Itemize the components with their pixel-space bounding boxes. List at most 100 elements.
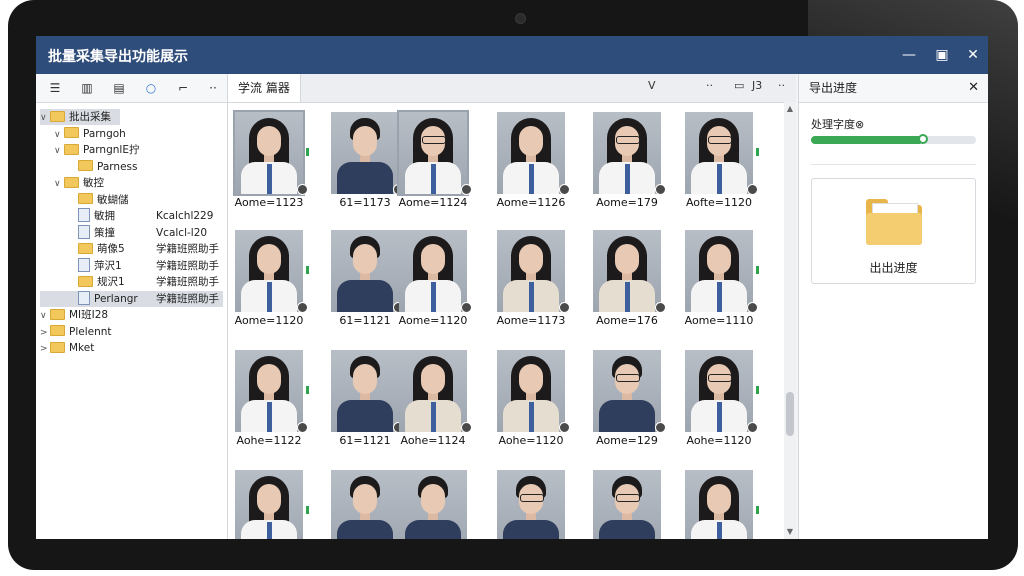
student-photo — [685, 350, 753, 432]
tree-item[interactable]: 萍沢1 学籍班照助手 — [40, 257, 219, 274]
photo-label: Aome=1123 — [234, 196, 304, 209]
photo-label: 61=1121 — [339, 434, 391, 447]
tree-item-detail: Kcalchl229 — [156, 210, 214, 222]
photo-card[interactable]: 61=1173 — [326, 108, 405, 220]
student-photo — [233, 110, 305, 196]
photo-card[interactable]: Aome=1120 — [230, 226, 309, 338]
photo-card[interactable]: Aome=1126 — [492, 108, 570, 220]
tree-item-detail: 学籍班照助手 — [156, 292, 219, 305]
document-icon — [78, 290, 90, 305]
folder-icon — [78, 275, 93, 287]
photo-label: Aome=1120 — [398, 314, 468, 327]
more-icon[interactable]: ·· — [204, 79, 222, 97]
tree-caret-icon[interactable]: ∨ — [40, 110, 50, 126]
photo-card[interactable]: Aome=1124 — [394, 108, 472, 220]
photo-card[interactable]: Aome=176 — [588, 226, 666, 338]
photo-card[interactable] — [680, 466, 759, 539]
student-photo — [593, 230, 661, 312]
photo-card[interactable]: Aohe=1120 — [680, 346, 759, 458]
document-icon[interactable]: ▤ — [110, 79, 128, 97]
layout-toggle[interactable]: J3 — [752, 79, 762, 92]
options-icon[interactable]: ·· — [778, 79, 785, 92]
filter-icon[interactable]: V — [648, 79, 656, 92]
minimize-button[interactable]: — — [898, 44, 920, 66]
tree-item[interactable]: ∨ Parngoh — [40, 126, 126, 142]
tree-item[interactable]: ∨ ParngnlE拧 — [40, 142, 139, 158]
photo-card[interactable] — [492, 466, 570, 539]
marker-icon — [306, 506, 309, 514]
columns-icon[interactable]: ▥ — [78, 79, 96, 97]
tree-item-label: 萍沢1 — [94, 259, 122, 272]
tree-item[interactable]: 萌像5 学籍班照助手 — [40, 241, 219, 257]
photo-card[interactable]: Aofte=1120 — [680, 108, 759, 220]
tree-caret-icon[interactable]: ∨ — [40, 308, 50, 324]
more-icon[interactable]: ·· — [706, 79, 713, 92]
folder-icon — [64, 143, 79, 155]
tree-item-detail: 学籍班照助手 — [156, 259, 219, 272]
photo-card[interactable]: Aome=1120 — [394, 226, 472, 338]
status-badge-icon — [461, 302, 472, 313]
marker-icon — [306, 148, 309, 156]
panel-title: 导出进度 — [809, 81, 858, 95]
photo-card[interactable]: Aome=179 — [588, 108, 666, 220]
status-badge-icon — [747, 184, 758, 195]
student-photo — [235, 230, 303, 312]
list-icon[interactable]: ☰ — [46, 79, 64, 97]
tree-item[interactable]: 策撞 Vcalcl-l20 — [40, 224, 207, 241]
student-photo — [497, 112, 565, 194]
tab-students[interactable]: 学流 篇器 — [228, 74, 301, 102]
close-button[interactable]: ✕ — [962, 44, 984, 66]
photo-card[interactable] — [394, 466, 472, 539]
tab-bar: 学流 篇器 V ·· ▭ J3 ·· — [228, 74, 796, 103]
tree-item[interactable]: > Plelennt — [40, 324, 112, 340]
photo-card[interactable]: 61=1121 — [326, 346, 405, 458]
export-caption: 出出进度 — [869, 261, 918, 275]
photo-card[interactable]: Aome=1123 — [230, 108, 309, 220]
tree-item[interactable]: 敏蝴儲 — [40, 192, 129, 208]
photo-card[interactable]: Aome=129 — [588, 346, 666, 458]
tree-item-label: Perlangr — [94, 292, 138, 305]
tree-caret-icon[interactable]: ∨ — [54, 176, 64, 192]
tree-item[interactable]: Perlangr 学籍班照助手 — [40, 290, 223, 307]
tree-item[interactable]: ∨ 敏控 — [40, 175, 104, 191]
photo-card[interactable]: Aome=1173 — [492, 226, 570, 338]
tree-item[interactable]: > Mket — [40, 340, 94, 356]
panel-close-button[interactable]: ✕ — [968, 74, 979, 102]
photo-card[interactable]: Aohe=1120 — [492, 346, 570, 458]
photo-card[interactable]: 61=1121 — [326, 226, 405, 338]
maximize-button[interactable]: ▣ — [931, 44, 953, 66]
scrollbar-thumb[interactable] — [786, 392, 794, 436]
circle-icon[interactable]: ○ — [142, 79, 160, 97]
tree-caret-icon[interactable]: > — [40, 341, 50, 357]
flag-icon[interactable]: ⌐ — [174, 79, 192, 97]
grid-scrollbar[interactable]: ▲ ▼ — [784, 102, 796, 539]
tree-item-label: 敏蝴儲 — [97, 193, 129, 206]
export-folder-button[interactable]: 出出进度 — [811, 178, 976, 284]
photo-card[interactable] — [230, 466, 309, 539]
scroll-up-icon[interactable]: ▲ — [786, 104, 794, 113]
photo-card[interactable]: Aohe=1124 — [394, 346, 472, 458]
scroll-down-icon[interactable]: ▼ — [786, 527, 794, 536]
photo-card[interactable] — [326, 466, 405, 539]
folder-icon — [64, 127, 79, 138]
marker-icon — [306, 386, 309, 394]
folder-icon — [50, 341, 65, 353]
photo-card[interactable]: Aome=1110 — [680, 226, 759, 338]
tree-item[interactable]: 规沢1 学籍班照助手 — [40, 274, 219, 290]
tree-caret-icon[interactable]: ∨ — [54, 143, 64, 159]
tree-item[interactable]: ∨ 批出采集 — [40, 109, 120, 125]
photo-card[interactable]: Aohe=1122 — [230, 346, 309, 458]
tree-caret-icon[interactable]: ∨ — [54, 127, 64, 143]
tree-item[interactable]: ∨ MI班I28 — [40, 307, 108, 323]
view-icon[interactable]: ▭ — [734, 79, 744, 92]
marker-icon — [756, 148, 759, 156]
window-title: 批量采集导出功能展示 — [48, 49, 188, 65]
photo-card[interactable] — [588, 466, 666, 539]
tree-caret-icon[interactable]: > — [40, 325, 50, 341]
tree-item[interactable]: Parness — [40, 159, 137, 175]
tree-item[interactable]: 敏拥 Kcalchl229 — [40, 208, 213, 224]
marker-icon — [306, 266, 309, 274]
tree-item-label: Parngoh — [83, 127, 126, 140]
tree-item-label: 萌像5 — [97, 243, 125, 255]
student-photo — [593, 470, 661, 539]
